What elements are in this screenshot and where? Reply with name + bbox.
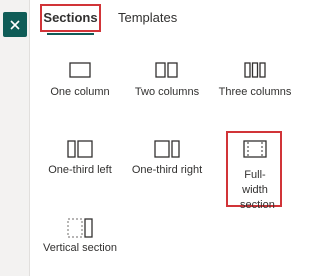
tab-sections-label: Sections <box>43 10 98 25</box>
one-third-right-icon <box>154 140 180 158</box>
full-width-section-icon <box>243 140 267 158</box>
left-rail <box>0 0 30 276</box>
tile-one-third-left[interactable]: One-third left <box>37 128 123 200</box>
tab-sections-underline <box>47 33 94 35</box>
tile-full-width-section[interactable]: Full-width section <box>212 128 298 211</box>
tile-one-column-label: One column <box>50 86 110 98</box>
close-icon <box>10 19 20 30</box>
tab-templates[interactable]: Templates <box>118 4 178 32</box>
tile-vertical-section[interactable]: Vertical section <box>37 206 123 278</box>
tab-templates-label: Templates <box>118 10 178 25</box>
close-button[interactable] <box>3 12 27 37</box>
tile-one-third-right[interactable]: One-third right <box>124 128 210 200</box>
tile-vertical-section-label: Vertical section <box>43 242 117 254</box>
tile-two-columns[interactable]: Two columns <box>124 50 210 122</box>
tile-one-third-left-label: One-third left <box>48 164 112 176</box>
section-picker-panel: Sections Templates One column Two column… <box>31 0 298 276</box>
tile-three-columns-label: Three columns <box>218 86 292 98</box>
one-column-icon <box>69 62 91 78</box>
two-columns-icon <box>155 62 178 78</box>
tile-one-column[interactable]: One column <box>37 50 123 122</box>
tile-one-third-right-label: One-third right <box>131 164 203 176</box>
tab-sections[interactable]: Sections <box>40 4 101 35</box>
tile-two-columns-label: Two columns <box>134 86 200 98</box>
tile-full-width-section-label: Full-width section <box>240 169 275 211</box>
one-third-left-icon <box>67 140 93 158</box>
vertical-section-icon <box>67 218 93 238</box>
tile-three-columns[interactable]: Three columns <box>212 50 298 122</box>
three-columns-icon <box>244 62 266 78</box>
